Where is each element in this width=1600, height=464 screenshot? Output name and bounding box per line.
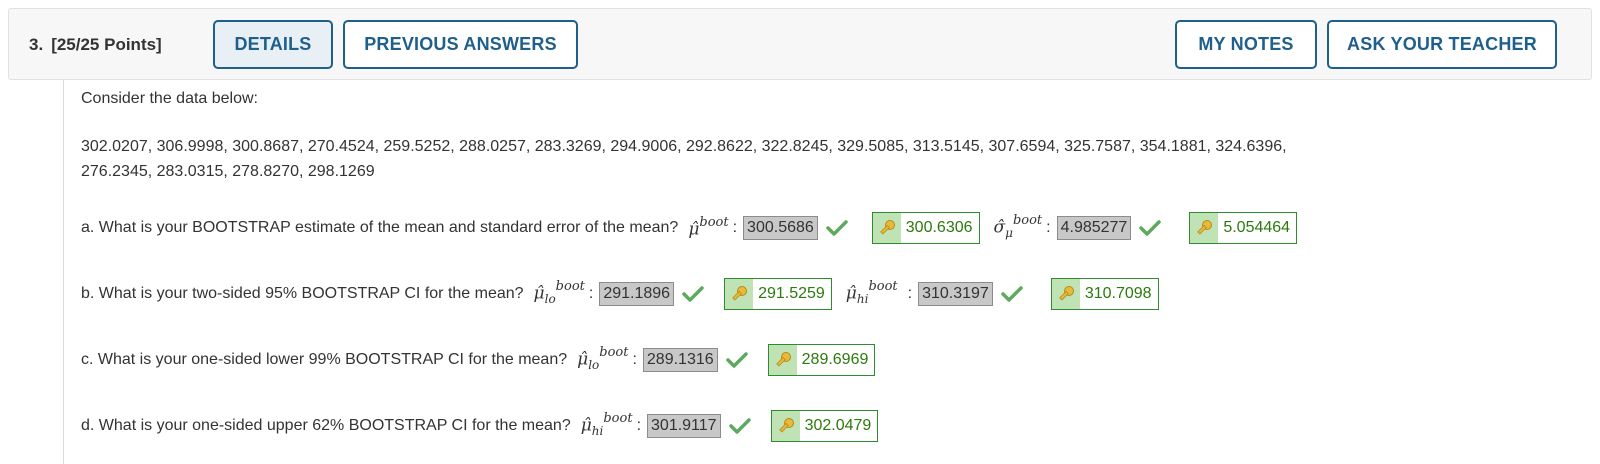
- mu-lo-boot-symbol: μ̂loboot: [533, 279, 585, 307]
- part-c: c. What is your one-sided lower 99% BOOT…: [81, 344, 876, 376]
- check-icon: [1001, 285, 1023, 303]
- part-a-mu-answer[interactable]: 300.5686: [743, 216, 818, 240]
- part-b-hi-key: 310.7098: [1050, 278, 1159, 310]
- key-icon: [771, 411, 800, 441]
- part-a-sigma-answer[interactable]: 4.985277: [1056, 216, 1132, 240]
- intro-text: Consider the data below:: [81, 90, 258, 107]
- mu-boot-symbol: μ̂boot: [688, 214, 729, 240]
- part-c-prompt: c. What is your one-sided lower 99% BOOT…: [81, 351, 568, 368]
- part-c-answer[interactable]: 289.1316: [642, 348, 718, 372]
- key-icon: [1190, 213, 1219, 243]
- key-icon: [768, 345, 797, 375]
- sigma-boot-symbol: σ̂μboot: [993, 213, 1043, 241]
- check-icon: [682, 285, 704, 303]
- part-b: b. What is your two-sided 95% BOOTSTRAP …: [81, 278, 1159, 310]
- part-b-lo-key: 291.5259: [724, 278, 832, 310]
- mu-lo-boot-symbol: μ̂loboot: [577, 345, 629, 373]
- part-a-mu-key: 300.6306: [871, 212, 980, 244]
- content-left-border: [63, 80, 64, 464]
- question-title: 3. [25/25 Points]: [29, 35, 162, 55]
- details-button[interactable]: DETAILS: [213, 20, 333, 69]
- data-line-2: 276.2345, 283.0315, 278.8270, 298.1269: [81, 163, 375, 180]
- check-icon: [728, 417, 751, 435]
- question-header: 3. [25/25 Points] DETAILS PREVIOUS ANSWER…: [8, 8, 1592, 80]
- part-d-key: 302.0479: [770, 410, 879, 442]
- question-number: 3.: [29, 35, 44, 54]
- mu-hi-boot-symbol: μ̂hiboot: [580, 411, 633, 439]
- part-a-prompt: a. What is your BOOTSTRAP estimate of th…: [81, 219, 679, 236]
- mu-hi-boot-symbol: μ̂hiboot: [845, 279, 898, 307]
- part-d-prompt: d. What is your one-sided upper 62% BOOT…: [81, 417, 571, 434]
- part-b-hi-answer[interactable]: 310.3197: [918, 282, 993, 306]
- data-line-1: 302.0207, 306.9998, 300.8687, 270.4524, …: [81, 138, 1287, 155]
- part-b-prompt: b. What is your two-sided 95% BOOTSTRAP …: [81, 285, 524, 302]
- check-icon: [826, 219, 848, 237]
- part-b-lo-answer[interactable]: 291.1896: [599, 282, 675, 306]
- key-icon: [872, 213, 901, 243]
- check-icon: [725, 351, 748, 369]
- check-icon: [1139, 219, 1162, 237]
- part-c-key: 289.6969: [767, 344, 876, 376]
- part-d: d. What is your one-sided upper 62% BOOT…: [81, 410, 879, 442]
- my-notes-button[interactable]: MY NOTES: [1175, 20, 1317, 69]
- key-icon: [1051, 279, 1080, 309]
- ask-your-teacher-button[interactable]: ASK YOUR TEACHER: [1327, 20, 1557, 69]
- question-points: [25/25 Points]: [51, 35, 162, 54]
- key-icon: [725, 279, 754, 309]
- part-a-sigma-key: 5.054464: [1189, 212, 1298, 244]
- previous-answers-button[interactable]: PREVIOUS ANSWERS: [343, 20, 578, 69]
- part-d-answer[interactable]: 301.9117: [647, 414, 721, 438]
- part-a: a. What is your BOOTSTRAP estimate of th…: [81, 212, 1298, 244]
